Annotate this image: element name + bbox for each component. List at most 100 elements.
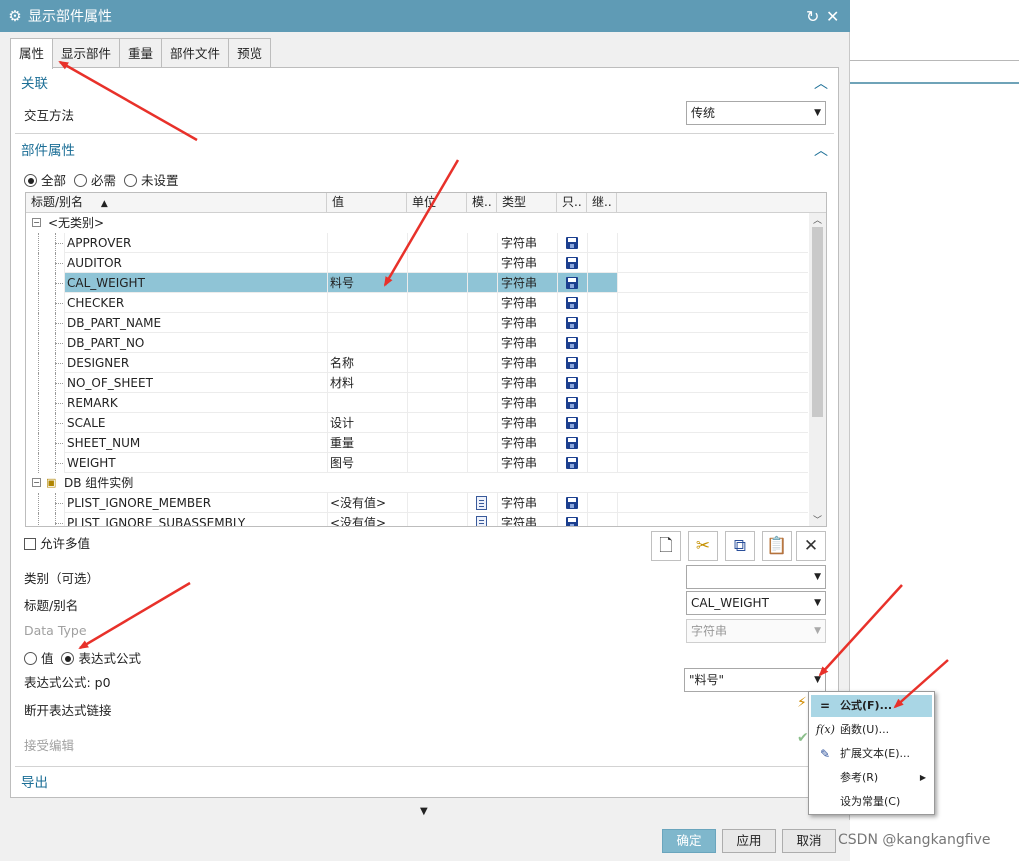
apply-button[interactable]: 应用 <box>722 829 776 853</box>
collapse-icon[interactable]: − <box>32 218 41 227</box>
tab-preview[interactable]: 预览 <box>228 38 272 68</box>
menu-item-function[interactable]: f(x) 函数(U)... <box>811 719 932 741</box>
copy-icon: ⧉ <box>733 536 747 556</box>
save-icon <box>566 257 578 269</box>
cancel-button[interactable]: 取消 <box>782 829 836 853</box>
grid-line <box>327 413 328 433</box>
delete-x-icon: ✕ <box>803 536 819 556</box>
table-row[interactable]: DB_PART_NAME 字符串 <box>26 313 808 333</box>
table-row[interactable]: SHEET_NUM 重量 字符串 <box>26 433 808 453</box>
grid-line <box>557 313 558 333</box>
equals-icon: = <box>819 699 831 713</box>
column-title[interactable]: 标题/别名 ▲ <box>26 193 327 213</box>
grid-line <box>587 273 588 293</box>
menu-item-set-constant[interactable]: 设为常量(C) <box>811 791 932 813</box>
association-title: 关联 <box>21 76 48 92</box>
association-header[interactable]: 关联 ︿ <box>11 70 838 98</box>
scroll-up-icon[interactable]: ︿ <box>809 213 826 226</box>
table-row[interactable]: APPROVER 字符串 <box>26 233 808 253</box>
vertical-scrollbar[interactable]: ︿ ﹀ <box>809 213 826 526</box>
copy-button[interactable]: ⧉ <box>725 531 755 561</box>
table-row[interactable]: DB_PART_NO 字符串 <box>26 333 808 353</box>
table-row[interactable]: SCALE 设计 字符串 <box>26 413 808 433</box>
row-type: 字符串 <box>501 236 538 250</box>
filter-unset-radio[interactable] <box>123 174 137 187</box>
interaction-method-dropdown[interactable]: 传统 ▼ <box>686 101 826 125</box>
close-icon[interactable]: ✕ <box>826 7 839 26</box>
column-model[interactable]: 模.. <box>467 193 497 213</box>
tree-line <box>38 353 39 373</box>
tab-attributes[interactable]: 属性 <box>10 38 54 69</box>
menu-item-reference[interactable]: 参考(R) ▶ <box>811 767 932 789</box>
grid-line <box>64 493 65 513</box>
menu-item-formula[interactable]: = 公式(F)... <box>811 695 932 717</box>
filter-required-radio[interactable] <box>73 174 87 187</box>
table-row[interactable]: CHECKER 字符串 <box>26 293 808 313</box>
scroll-down-icon[interactable]: ﹀ <box>809 513 826 526</box>
expand-more-icon[interactable]: ▼ <box>420 806 428 817</box>
export-header[interactable]: 导出 <box>11 769 838 797</box>
tab-displayed-part[interactable]: 显示部件 <box>52 38 121 68</box>
background-divider <box>850 60 1019 61</box>
filter-all-radio[interactable] <box>24 174 37 187</box>
reset-icon[interactable]: ↻ <box>806 7 819 26</box>
column-unit[interactable]: 单位 <box>407 193 467 213</box>
tree-line <box>38 493 39 513</box>
table-row[interactable]: WEIGHT 图号 字符串 <box>26 453 808 473</box>
collapse-icon[interactable]: − <box>32 478 41 487</box>
save-icon <box>566 277 578 289</box>
data-type-dropdown: 字符串 ▼ <box>686 619 826 643</box>
collapse-caret-icon[interactable]: ︿ <box>814 70 828 98</box>
row-value: <没有值> <box>330 496 387 510</box>
group-row[interactable]: − ▣ DB 组件实例 <box>26 473 808 493</box>
expression-formula-label: 表达式公式: p0 <box>24 675 111 690</box>
chevron-down-icon[interactable]: ▼ <box>814 669 821 691</box>
column-inherit[interactable]: 继.. <box>587 193 617 213</box>
tree-line <box>38 233 39 253</box>
grid-line <box>64 233 65 253</box>
category-dropdown[interactable]: ▼ <box>686 565 826 589</box>
table-row[interactable]: DESIGNER 名称 字符串 <box>26 353 808 373</box>
paste-button[interactable]: 📋 <box>762 531 792 561</box>
table-row[interactable]: REMARK 字符串 <box>26 393 808 413</box>
column-type[interactable]: 类型 <box>497 193 557 213</box>
table-row[interactable]: CAL_WEIGHT 料号 字符串 <box>26 273 808 293</box>
scrollbar-thumb[interactable] <box>812 227 823 417</box>
title-alias-dropdown[interactable]: CAL_WEIGHT ▼ <box>686 591 826 615</box>
collapse-caret-icon[interactable]: ︿ <box>814 137 828 165</box>
column-value[interactable]: 值 <box>327 193 407 213</box>
value-radio[interactable] <box>24 652 37 665</box>
table-row[interactable]: PLIST_IGNORE_SUBASSEMBLY <没有值> 字符串 <box>26 513 808 526</box>
tab-weight[interactable]: 重量 <box>119 38 163 68</box>
grid-line <box>467 333 468 353</box>
expression-formula-field[interactable]: "料号" ▼ <box>684 668 826 692</box>
grid-line <box>407 293 408 313</box>
row-value: 材料 <box>330 376 355 390</box>
table-row[interactable]: NO_OF_SHEET 材料 字符串 <box>26 373 808 393</box>
column-readonly[interactable]: 只.. <box>557 193 587 213</box>
grid-line <box>617 253 618 273</box>
row-value <box>330 313 406 333</box>
part-attributes-header[interactable]: 部件属性 ︿ <box>11 137 838 165</box>
table-row[interactable]: PLIST_IGNORE_MEMBER <没有值> 字符串 <box>26 493 808 513</box>
gear-icon[interactable]: ⚙ <box>4 7 26 25</box>
table-row[interactable]: AUDITOR 字符串 <box>26 253 808 273</box>
tree-line <box>38 253 39 273</box>
tree-line <box>55 283 63 284</box>
attributes-grid: 标题/别名 ▲ 值 单位 模.. 类型 只.. 继.. − <无类别> APPROV… <box>25 192 827 527</box>
row-value: 料号 <box>330 276 355 290</box>
new-attribute-button[interactable]: 🗋 <box>651 531 681 561</box>
allow-multiple-checkbox[interactable] <box>24 538 36 550</box>
group-row[interactable]: − <无类别> <box>26 213 808 233</box>
ok-button[interactable]: 确定 <box>662 829 716 853</box>
menu-item-extended-text[interactable]: ✎ 扩展文本(E)... <box>811 743 932 765</box>
delete-button[interactable]: ✕ <box>796 531 826 561</box>
tree-line <box>55 383 63 384</box>
expression-radio[interactable] <box>61 652 75 665</box>
tree-line <box>38 273 39 293</box>
cut-button[interactable]: ✂ <box>688 531 718 561</box>
grid-line <box>64 413 65 433</box>
row-value: 重量 <box>330 436 355 450</box>
tab-part-file[interactable]: 部件文件 <box>161 38 230 68</box>
row-type: 字符串 <box>501 416 538 430</box>
